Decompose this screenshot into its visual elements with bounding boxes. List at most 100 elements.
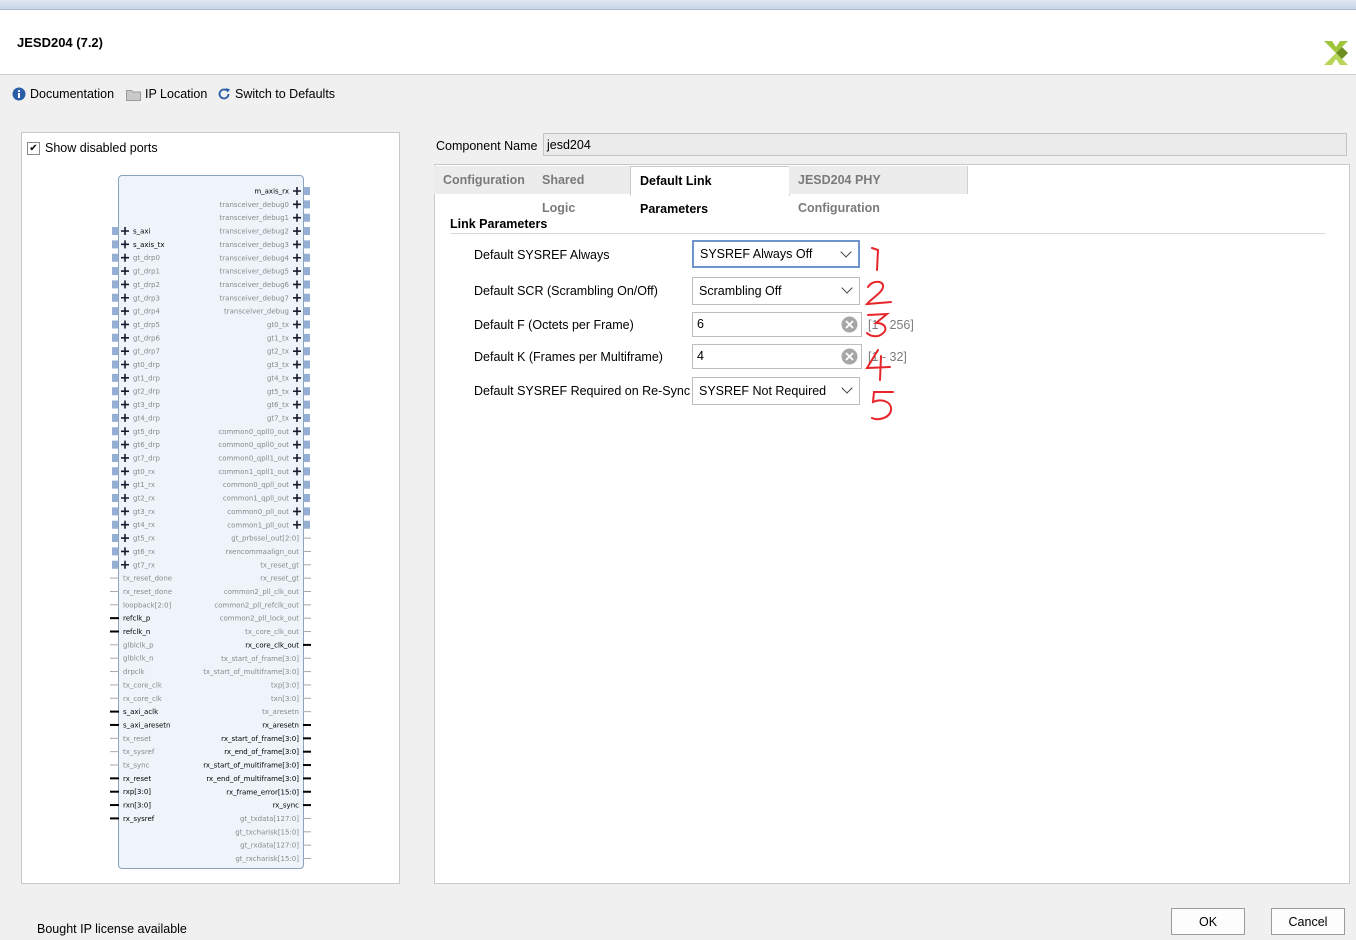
param-label-frames-per-multiframe: Default K (Frames per Multiframe) bbox=[474, 350, 663, 364]
clear-icon[interactable] bbox=[841, 316, 858, 333]
right-port-bus bbox=[304, 333, 310, 342]
cancel-button[interactable]: Cancel bbox=[1271, 908, 1345, 935]
frames-per-multiframe-input[interactable]: 4 bbox=[692, 344, 862, 369]
right-port-plus[interactable] bbox=[293, 187, 301, 195]
right-port-plus[interactable] bbox=[293, 507, 301, 516]
sysref-always-select[interactable]: SYSREF Always Off bbox=[692, 240, 860, 268]
right-port-label: rx_end_of_frame[3:0] bbox=[224, 748, 299, 756]
right-port-plus[interactable] bbox=[293, 333, 301, 342]
left-port-plus[interactable] bbox=[121, 267, 129, 276]
right-port-label: gt6_tx bbox=[267, 401, 289, 409]
right-port-plus[interactable] bbox=[293, 293, 301, 302]
left-port-plus[interactable] bbox=[121, 240, 129, 249]
right-port-plus[interactable] bbox=[293, 240, 301, 249]
left-port-plus[interactable] bbox=[121, 467, 129, 476]
left-port-bus bbox=[112, 520, 118, 529]
left-port-plus[interactable] bbox=[121, 333, 129, 342]
right-port-plus[interactable] bbox=[293, 320, 301, 329]
left-port-plus[interactable] bbox=[121, 560, 129, 569]
left-port-bus bbox=[112, 494, 118, 502]
left-port-plus[interactable] bbox=[121, 427, 129, 436]
chevron-down-icon bbox=[841, 282, 853, 294]
tab-configuration[interactable]: Configuration bbox=[434, 166, 539, 194]
tab-shared-logic[interactable]: Shared Logic bbox=[533, 166, 631, 215]
right-port-plus[interactable] bbox=[293, 253, 301, 262]
octets-per-frame-value: 6 bbox=[697, 317, 704, 331]
left-port-plus[interactable] bbox=[121, 360, 129, 369]
window-title-strip bbox=[0, 0, 1356, 10]
show-disabled-ports-checkbox[interactable]: ✔ bbox=[27, 142, 40, 155]
left-port-plus[interactable] bbox=[121, 400, 129, 409]
ip-symbol-block: s_axi s_axis_tx gt_drp0 gt_drp1 gt_drp2 gt_dr… bbox=[110, 175, 311, 869]
left-port-plus[interactable] bbox=[121, 440, 129, 449]
left-port-plus[interactable] bbox=[121, 453, 129, 462]
documentation-button[interactable]: Documentation bbox=[12, 87, 114, 101]
left-port-plus[interactable] bbox=[121, 253, 129, 262]
right-port-label: common1_qpll1_out bbox=[218, 468, 289, 476]
right-port-plus[interactable] bbox=[293, 427, 301, 436]
left-port-plus[interactable] bbox=[121, 320, 129, 329]
ok-button[interactable]: OK bbox=[1171, 908, 1245, 935]
right-port-label: transceiver_debug0 bbox=[220, 201, 289, 209]
ip-location-button[interactable]: IP Location bbox=[126, 87, 207, 101]
octets-per-frame-input[interactable]: 6 bbox=[692, 312, 862, 337]
right-port-plus[interactable] bbox=[293, 307, 301, 316]
clear-icon[interactable] bbox=[841, 348, 858, 365]
right-port-plus[interactable] bbox=[293, 373, 301, 382]
right-port-label: gt2_tx bbox=[267, 348, 289, 356]
component-name-field[interactable]: jesd204 bbox=[543, 133, 1347, 156]
right-port-plus[interactable] bbox=[293, 400, 301, 409]
left-port-plus[interactable] bbox=[121, 547, 129, 556]
right-port-plus[interactable] bbox=[293, 213, 301, 222]
left-port-plus[interactable] bbox=[121, 307, 129, 316]
right-port-label: transceiver_debug7 bbox=[220, 294, 289, 302]
right-port-plus[interactable] bbox=[293, 227, 301, 236]
right-port-plus[interactable] bbox=[293, 454, 301, 462]
ip-location-label: IP Location bbox=[145, 87, 208, 101]
left-port-label: gt5_rx bbox=[133, 535, 155, 543]
left-port-label: tx_core_clk bbox=[123, 681, 163, 689]
left-port-plus[interactable] bbox=[121, 347, 129, 356]
right-port-plus[interactable] bbox=[293, 360, 301, 369]
right-port-plus[interactable] bbox=[293, 387, 301, 396]
chevron-down-icon bbox=[840, 246, 852, 258]
left-port-bus bbox=[112, 547, 118, 556]
right-port-plus[interactable] bbox=[293, 347, 301, 356]
param-label-sysref-always: Default SYSREF Always bbox=[474, 248, 610, 262]
left-port-plus[interactable] bbox=[121, 507, 129, 516]
tab-default-link-parameters[interactable]: Default Link Parameters bbox=[630, 166, 790, 216]
left-port-plus[interactable] bbox=[121, 413, 129, 422]
left-port-plus[interactable] bbox=[121, 480, 129, 489]
left-port-bus bbox=[112, 387, 118, 396]
sysref-resync-select[interactable]: SYSREF Not Required bbox=[692, 377, 860, 405]
right-port-plus[interactable] bbox=[293, 280, 301, 289]
left-port-plus[interactable] bbox=[121, 387, 129, 396]
right-port-plus[interactable] bbox=[293, 200, 301, 209]
left-port-plus[interactable] bbox=[121, 520, 129, 529]
scrambling-select[interactable]: Scrambling Off bbox=[692, 277, 860, 305]
switch-to-defaults-button[interactable]: Switch to Defaults bbox=[217, 87, 335, 101]
right-port-plus[interactable] bbox=[293, 267, 301, 276]
right-port-plus[interactable] bbox=[293, 440, 301, 449]
left-port-label: gt_drp6 bbox=[133, 334, 160, 342]
right-port-label: rx_core_clk_out bbox=[245, 641, 299, 649]
right-port-plus[interactable] bbox=[293, 520, 301, 529]
left-port-plus[interactable] bbox=[121, 494, 129, 502]
left-port-bus bbox=[112, 373, 118, 382]
left-port-plus[interactable] bbox=[121, 534, 129, 543]
right-port-plus[interactable] bbox=[293, 494, 301, 503]
right-port-plus[interactable] bbox=[293, 467, 301, 476]
left-port-plus[interactable] bbox=[121, 227, 129, 235]
left-port-label: gt6_rx bbox=[133, 548, 155, 556]
annotation-2 bbox=[864, 280, 892, 306]
left-port-plus[interactable] bbox=[121, 293, 129, 302]
right-port-plus[interactable] bbox=[293, 413, 301, 422]
right-port-plus[interactable] bbox=[293, 480, 301, 489]
left-port-label: tx_sync bbox=[123, 762, 150, 770]
show-disabled-ports-label: Show disabled ports bbox=[45, 141, 158, 155]
right-port-label: common0_pll_out bbox=[227, 508, 289, 516]
left-port-plus[interactable] bbox=[121, 280, 129, 289]
left-port-plus[interactable] bbox=[121, 373, 129, 382]
right-port-bus bbox=[304, 347, 310, 356]
tab-jesd204-phy-configuration[interactable]: JESD204 PHY Configuration bbox=[789, 166, 968, 215]
